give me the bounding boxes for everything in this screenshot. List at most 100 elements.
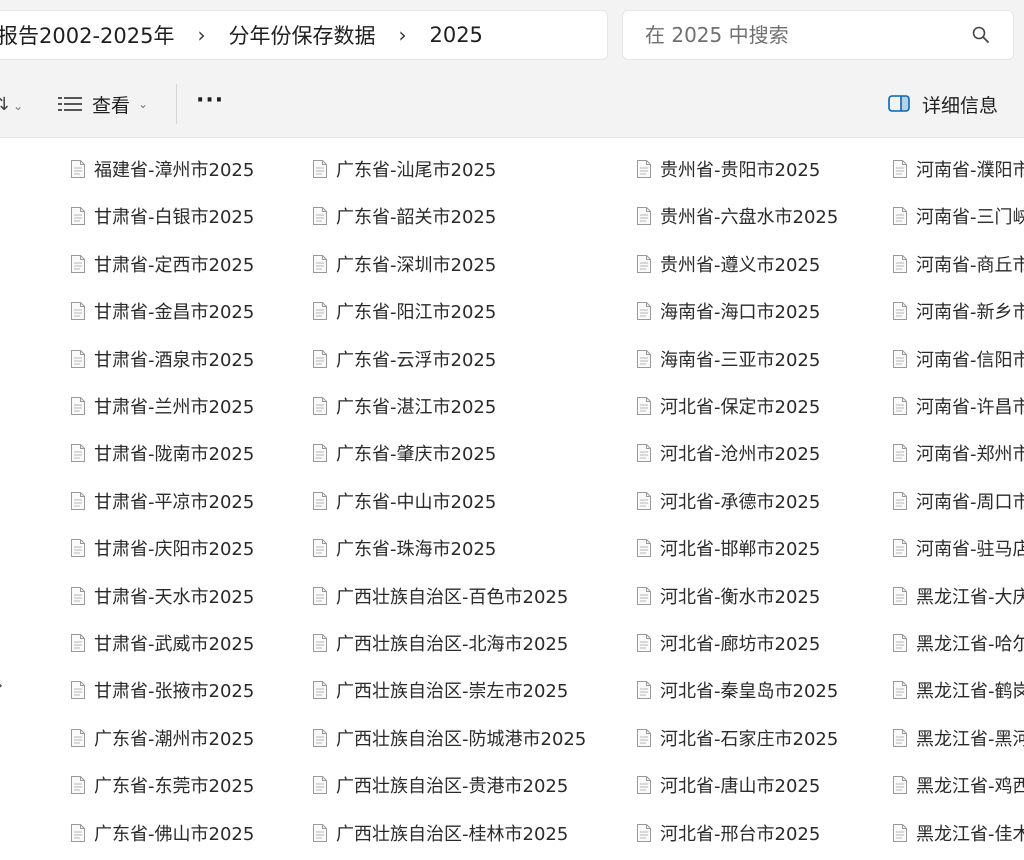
file-name: 河北省-秦皇岛市2025	[660, 681, 839, 702]
document-icon	[892, 538, 908, 558]
file-name: 广东省-珠海市2025	[336, 539, 497, 560]
view-button[interactable]: 查看 ⌄	[58, 86, 148, 122]
document-icon	[312, 349, 328, 369]
file-item[interactable]: 甘肃省-定西市2025	[70, 249, 254, 279]
file-item[interactable]: 广东省-韶关市2025	[312, 201, 496, 231]
file-item[interactable]: 贵州省-六盘水市2025	[636, 201, 838, 231]
file-item[interactable]: 河南省-许昌市	[892, 391, 1024, 421]
document-icon	[892, 633, 908, 653]
document-icon	[70, 728, 86, 748]
file-item[interactable]: 河北省-邯郸市2025	[636, 533, 820, 563]
document-icon	[636, 633, 652, 653]
document-icon	[636, 443, 652, 463]
file-name: 甘肃省-张掖市2025	[94, 681, 255, 702]
file-name: 贵州省-贵阳市2025	[660, 160, 821, 181]
file-item[interactable]: 甘肃省-庆阳市2025	[70, 533, 254, 563]
file-item[interactable]: 黑龙江省-黑河	[892, 723, 1024, 753]
file-item[interactable]: 甘肃省-张掖市2025	[70, 675, 254, 705]
file-item[interactable]: 甘肃省-酒泉市2025	[70, 344, 254, 374]
file-name: 河北省-廊坊市2025	[660, 634, 821, 655]
file-item[interactable]: 河北省-衡水市2025	[636, 581, 820, 611]
file-item[interactable]: 甘肃省-平凉市2025	[70, 486, 254, 516]
list-view-icon	[58, 97, 82, 111]
file-item[interactable]: 甘肃省-兰州市2025	[70, 391, 254, 421]
file-item[interactable]: 河南省-郑州市	[892, 438, 1024, 468]
file-name: 广西壮族自治区-北海市2025	[336, 634, 569, 655]
file-item[interactable]: 广东省-汕尾市2025	[312, 154, 496, 184]
details-pane-button[interactable]: 详细信息	[888, 86, 998, 122]
file-item[interactable]: 甘肃省-金昌市2025	[70, 296, 254, 326]
nav-pane-fragment: ›	[0, 675, 3, 696]
file-name: 甘肃省-陇南市2025	[94, 444, 255, 465]
file-item[interactable]: 河北省-邢台市2025	[636, 818, 820, 848]
file-item[interactable]: 河北省-保定市2025	[636, 391, 820, 421]
file-item[interactable]: 广东省-珠海市2025	[312, 533, 496, 563]
file-item[interactable]: 河南省-商丘市	[892, 249, 1024, 279]
file-item[interactable]: 广东省-湛江市2025	[312, 391, 496, 421]
document-icon	[892, 396, 908, 416]
search-input[interactable]	[623, 22, 967, 48]
breadcrumb[interactable]: 报告2002-2025年 › 分年份保存数据 › 2025	[0, 10, 608, 60]
document-icon	[70, 775, 86, 795]
file-item[interactable]: 甘肃省-天水市2025	[70, 581, 254, 611]
search-box[interactable]	[622, 10, 1014, 60]
file-name: 河北省-石家庄市2025	[660, 729, 839, 750]
breadcrumb-item-reports[interactable]: 报告2002-2025年	[0, 20, 176, 50]
details-pane-label: 详细信息	[922, 94, 999, 117]
file-item[interactable]: 河南省-濮阳市	[892, 154, 1024, 184]
file-item[interactable]: 甘肃省-陇南市2025	[70, 438, 254, 468]
file-item[interactable]: 甘肃省-白银市2025	[70, 201, 254, 231]
file-item[interactable]: 广东省-深圳市2025	[312, 249, 496, 279]
document-icon	[312, 443, 328, 463]
document-icon	[892, 728, 908, 748]
file-item[interactable]: 河南省-三门峡	[892, 201, 1024, 231]
file-item[interactable]: 河南省-驻马店	[892, 533, 1024, 563]
file-item[interactable]: 广东省-东莞市2025	[70, 770, 254, 800]
file-item[interactable]: 河北省-沧州市2025	[636, 438, 820, 468]
document-icon	[70, 396, 86, 416]
file-item[interactable]: 广西壮族自治区-桂林市2025	[312, 818, 568, 848]
file-item[interactable]: 黑龙江省-哈尔	[892, 628, 1024, 658]
file-item[interactable]: 海南省-海口市2025	[636, 296, 820, 326]
file-item[interactable]: 广东省-潮州市2025	[70, 723, 254, 753]
file-item[interactable]: 广东省-肇庆市2025	[312, 438, 496, 468]
file-item[interactable]: 贵州省-贵阳市2025	[636, 154, 820, 184]
file-item[interactable]: 黑龙江省-佳木	[892, 818, 1024, 848]
document-icon	[892, 206, 908, 226]
file-item[interactable]: 海南省-三亚市2025	[636, 344, 820, 374]
file-item[interactable]: 福建省-漳州市2025	[70, 154, 254, 184]
file-item[interactable]: 广西壮族自治区-崇左市2025	[312, 675, 568, 705]
file-item[interactable]: 河南省-新乡市	[892, 296, 1024, 326]
file-item[interactable]: 广东省-佛山市2025	[70, 818, 254, 848]
file-item[interactable]: 广西壮族自治区-贵港市2025	[312, 770, 568, 800]
file-item[interactable]: 河北省-唐山市2025	[636, 770, 820, 800]
file-item[interactable]: 广东省-云浮市2025	[312, 344, 496, 374]
breadcrumb-item-by-year[interactable]: 分年份保存数据	[226, 20, 377, 50]
breadcrumb-item-2025[interactable]: 2025	[427, 23, 484, 47]
file-item[interactable]: 黑龙江省-鸡西	[892, 770, 1024, 800]
file-name: 黑龙江省-大庆	[916, 587, 1024, 608]
file-item[interactable]: 贵州省-遵义市2025	[636, 249, 820, 279]
file-item[interactable]: 河北省-廊坊市2025	[636, 628, 820, 658]
file-item[interactable]: 广西壮族自治区-百色市2025	[312, 581, 568, 611]
file-item[interactable]: 河北省-石家庄市2025	[636, 723, 838, 753]
file-item[interactable]: 广东省-中山市2025	[312, 486, 496, 516]
search-icon[interactable]	[971, 25, 991, 45]
file-item[interactable]: 广西壮族自治区-防城港市2025	[312, 723, 586, 753]
file-item[interactable]: 河南省-信阳市	[892, 344, 1024, 374]
document-icon	[312, 254, 328, 274]
document-icon	[70, 680, 86, 700]
sort-button[interactable]: ⇅ ⌄	[0, 94, 23, 115]
file-item[interactable]: 甘肃省-武威市2025	[70, 628, 254, 658]
file-item[interactable]: 广东省-阳江市2025	[312, 296, 496, 326]
file-item[interactable]: 黑龙江省-鹤岗	[892, 675, 1024, 705]
file-item[interactable]: 河北省-承德市2025	[636, 486, 820, 516]
file-item[interactable]: 黑龙江省-大庆	[892, 581, 1024, 611]
document-icon	[892, 823, 908, 843]
file-item[interactable]: 河北省-秦皇岛市2025	[636, 675, 838, 705]
file-name: 广东省-肇庆市2025	[336, 444, 497, 465]
document-icon	[70, 633, 86, 653]
more-options-button[interactable]: ···	[196, 88, 224, 113]
file-item[interactable]: 广西壮族自治区-北海市2025	[312, 628, 568, 658]
file-item[interactable]: 河南省-周口市	[892, 486, 1024, 516]
